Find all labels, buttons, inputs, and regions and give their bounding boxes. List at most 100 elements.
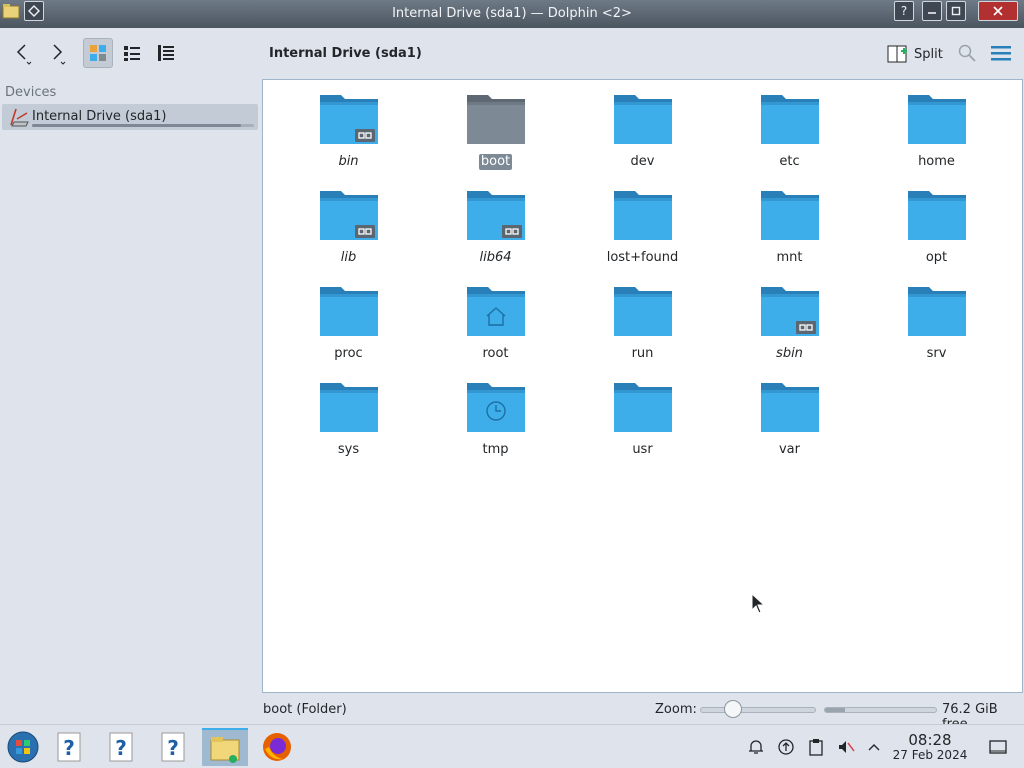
folder-icon: [613, 191, 672, 240]
volume-muted-icon[interactable]: [836, 737, 856, 757]
devices-group-label: Devices: [5, 85, 57, 100]
clipboard-icon[interactable]: [806, 737, 826, 757]
clock-time[interactable]: 08:28: [896, 731, 964, 749]
places-panel: Devices Internal Drive (sda1): [0, 80, 260, 724]
folder-item-opt[interactable]: opt: [863, 188, 1010, 284]
sidebar-item-label: Internal Drive (sda1): [32, 109, 167, 124]
split-view-icon: [887, 45, 907, 63]
status-text: boot (Folder): [263, 702, 347, 717]
file-manager-icon: [210, 737, 240, 763]
folder-grid: bin boot dev etc home lib lib64 lost+found mnt op…: [275, 92, 1010, 476]
folder-icon: [613, 95, 672, 144]
folder-name: dev: [630, 154, 655, 169]
icons-view-button[interactable]: [83, 38, 113, 68]
folder-icon: [907, 95, 966, 144]
folder-icon: [466, 191, 525, 240]
svg-text:?: ?: [63, 736, 75, 760]
folder-name: var: [778, 442, 800, 457]
maximize-button[interactable]: [946, 1, 966, 21]
zoom-slider[interactable]: [700, 707, 816, 713]
forward-button[interactable]: [42, 38, 72, 68]
disk-usage-bar: [32, 124, 254, 127]
taskbar-unknown-app-1[interactable]: ?: [46, 728, 92, 766]
notifications-icon[interactable]: [746, 737, 766, 757]
question-icon: ?: [900, 4, 908, 18]
folder-name: lib: [340, 250, 357, 265]
folder-item-dev[interactable]: dev: [569, 92, 716, 188]
folder-item-proc[interactable]: proc: [275, 284, 422, 380]
folder-item-root[interactable]: root: [422, 284, 569, 380]
zoom-slider-handle[interactable]: [724, 700, 742, 718]
file-view[interactable]: bin boot dev etc home lib lib64 lost+found mnt op…: [262, 79, 1023, 693]
folder-item-sys[interactable]: sys: [275, 380, 422, 476]
folder-item-home[interactable]: home: [863, 92, 1010, 188]
details-view-button[interactable]: [151, 38, 181, 68]
folder-icon: [466, 287, 525, 336]
updates-icon[interactable]: [776, 737, 796, 757]
folder-name: root: [482, 346, 509, 361]
folder-icon: [319, 383, 378, 432]
folder-name: home: [918, 154, 955, 169]
search-button[interactable]: [952, 38, 982, 68]
minimize-icon: [928, 12, 936, 14]
hamburger-menu-button[interactable]: [986, 38, 1016, 68]
folder-name: usr: [632, 442, 653, 457]
taskbar-unknown-app-3[interactable]: ?: [150, 728, 196, 766]
show-desktop-icon[interactable]: [988, 737, 1008, 757]
window-title: Internal Drive (sda1) — Dolphin <2>: [392, 6, 632, 21]
mouse-cursor-icon: [751, 593, 766, 614]
folder-item-mnt[interactable]: mnt: [716, 188, 863, 284]
taskbar-unknown-app-2[interactable]: ?: [98, 728, 144, 766]
folder-name: sbin: [776, 346, 803, 361]
hamburger-menu-icon: [991, 46, 1011, 61]
clock-date[interactable]: 27 Feb 2024: [890, 748, 970, 762]
help-button[interactable]: ?: [894, 1, 914, 21]
sidebar-item-internal-drive[interactable]: Internal Drive (sda1): [2, 104, 258, 130]
location-breadcrumb[interactable]: Internal Drive (sda1): [269, 46, 422, 61]
unknown-app-icon: ?: [57, 732, 81, 762]
folder-name: proc: [334, 346, 363, 361]
folder-icon: [907, 191, 966, 240]
taskbar-firefox[interactable]: [254, 728, 300, 766]
folder-item-etc[interactable]: etc: [716, 92, 863, 188]
compact-view-button[interactable]: [117, 38, 147, 68]
folder-item-lost-found[interactable]: lost+found: [569, 188, 716, 284]
folder-name: boot: [478, 154, 513, 170]
folder-name: mnt: [776, 250, 803, 265]
back-button[interactable]: [8, 38, 38, 68]
maximize-icon: [951, 6, 961, 16]
search-icon: [958, 44, 976, 62]
folder-item-usr[interactable]: usr: [569, 380, 716, 476]
folder-icon: [466, 95, 525, 144]
chevron-up-icon[interactable]: [864, 737, 884, 757]
minimize-button[interactable]: [922, 1, 942, 21]
folder-item-run[interactable]: run: [569, 284, 716, 380]
unknown-app-icon: ?: [109, 732, 133, 762]
free-space-fill: [825, 708, 845, 712]
folder-item-sbin[interactable]: sbin: [716, 284, 863, 380]
folder-icon: [319, 287, 378, 336]
start-menu-button[interactable]: [0, 728, 46, 766]
unknown-app-icon: ?: [161, 732, 185, 762]
taskbar-file-manager[interactable]: [202, 728, 248, 766]
folder-name: etc: [779, 154, 800, 169]
close-button[interactable]: [978, 1, 1018, 21]
folder-item-boot[interactable]: boot: [422, 92, 569, 188]
svg-text:?: ?: [167, 736, 179, 760]
folder-icon: [760, 383, 819, 432]
folder-item-lib[interactable]: lib: [275, 188, 422, 284]
status-bar: boot (Folder) Zoom: 76.2 GiB free: [0, 696, 1024, 732]
folder-item-lib64[interactable]: lib64: [422, 188, 569, 284]
compact-view-icon: [124, 46, 140, 61]
folder-name: lib64: [479, 250, 512, 265]
disk-usage-fill: [32, 124, 241, 127]
folder-item-bin[interactable]: bin: [275, 92, 422, 188]
toolbar: Internal Drive (sda1) Split: [0, 28, 1024, 80]
split-button[interactable]: Split: [887, 42, 943, 66]
folder-icon: [613, 287, 672, 336]
folder-item-tmp[interactable]: tmp: [422, 380, 569, 476]
svg-text:?: ?: [115, 736, 127, 760]
folder-item-var[interactable]: var: [716, 380, 863, 476]
folder-item-srv[interactable]: srv: [863, 284, 1010, 380]
firefox-icon: [263, 733, 291, 761]
